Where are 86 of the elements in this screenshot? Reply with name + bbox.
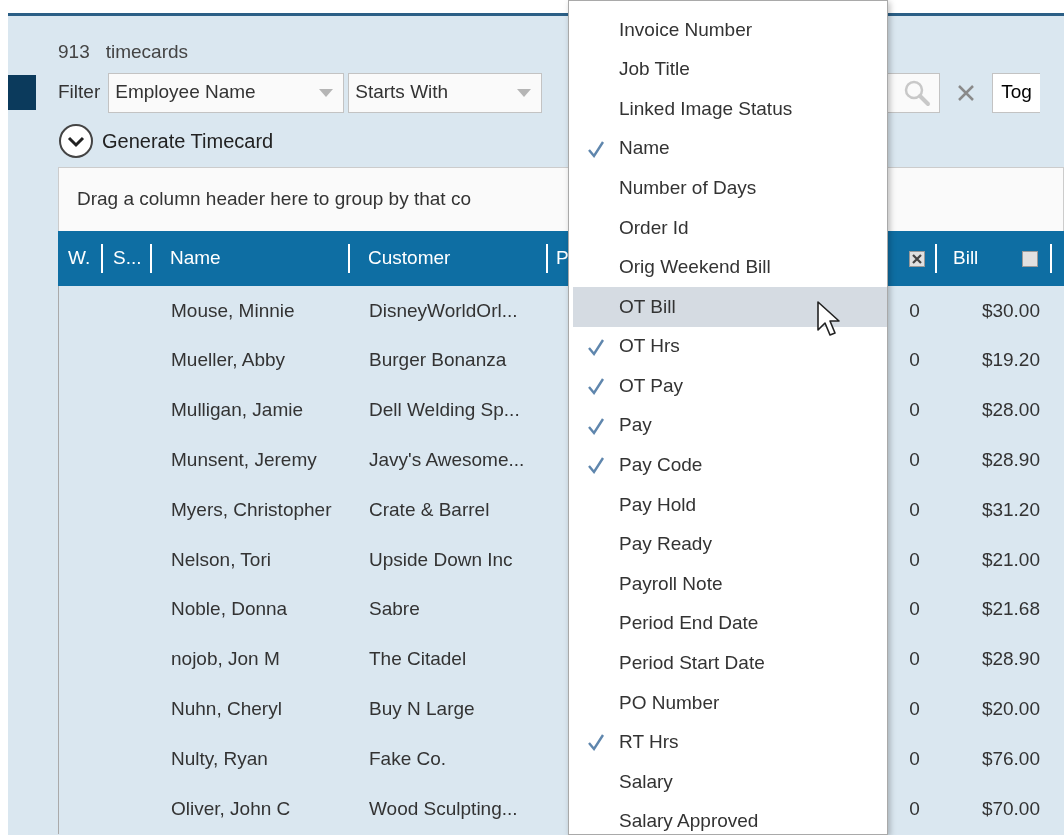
toggle-button[interactable]: Tog bbox=[992, 72, 1040, 113]
column-header[interactable]: P bbox=[548, 231, 568, 286]
table-cell-text: 0 bbox=[908, 398, 921, 423]
menu-item[interactable]: Period End Date bbox=[573, 603, 887, 644]
column-header[interactable]: Customer bbox=[350, 231, 548, 286]
table-cell-text: Mouse, Minnie bbox=[170, 298, 296, 323]
table-cell-text: DisneyWorldOrl... bbox=[368, 298, 519, 323]
table-cell-text: 0 bbox=[908, 298, 921, 323]
table-cell-text: Nulty, Ryan bbox=[170, 746, 269, 771]
table-cell-text: $76.00 bbox=[980, 746, 1040, 771]
field-dropdown[interactable]: Employee Name bbox=[108, 72, 345, 113]
table-cell-text: $31.20 bbox=[980, 497, 1040, 522]
table-cell-text: Mulligan, Jamie bbox=[170, 398, 304, 423]
column-header[interactable]: W. bbox=[58, 231, 103, 286]
menu-item[interactable]: Orig Weekend Bill bbox=[573, 247, 887, 288]
checkbox[interactable] bbox=[909, 250, 925, 267]
record-count: 913 bbox=[58, 40, 90, 64]
menu-item[interactable]: Salary bbox=[573, 762, 887, 802]
generate-timecard-label[interactable]: Generate Timecard bbox=[102, 126, 274, 156]
table-cell-text: 0 bbox=[908, 547, 921, 572]
menu-item[interactable]: Payroll Note bbox=[573, 564, 887, 604]
column-header[interactable]: Bill bbox=[953, 244, 979, 273]
menu-item[interactable]: OT Hrs bbox=[573, 326, 887, 367]
table-cell-text: Sabre bbox=[368, 597, 421, 622]
table-cell-text: nojob, Jon M bbox=[170, 647, 281, 672]
table-cell-text: Nuhn, Cheryl bbox=[170, 697, 283, 721]
table-cell-text: Mueller, Abby bbox=[170, 348, 287, 373]
table-cell-text: Wood Sculpting... bbox=[368, 796, 519, 821]
table-cell-text: 0 bbox=[908, 647, 921, 672]
clear-icon[interactable] bbox=[956, 82, 977, 103]
table-cell-text: Buy N Large bbox=[368, 697, 476, 721]
table-cell-text: Noble, Donna bbox=[170, 597, 289, 622]
menu-item[interactable]: Linked Image Status bbox=[573, 89, 887, 129]
table-cell-text: Upside Down Inc bbox=[368, 547, 514, 572]
menu-item[interactable]: Job Title bbox=[573, 49, 887, 90]
dropdown-caret-icon bbox=[517, 88, 532, 97]
table-cell-text: $21.00 bbox=[980, 547, 1040, 572]
table-cell-text: $28.90 bbox=[980, 448, 1040, 473]
filter-label: Filter bbox=[58, 80, 101, 105]
table-cell-text: Javy's Awesome... bbox=[368, 448, 526, 473]
table-cell-text: Fake Co. bbox=[368, 746, 448, 771]
menu-item[interactable]: RT Hrs bbox=[573, 722, 887, 763]
table-cell-text: 0 bbox=[908, 697, 921, 721]
dropdown-caret-icon bbox=[319, 88, 334, 97]
menu-item[interactable]: Pay Hold bbox=[573, 485, 887, 525]
table-cell-text: Dell Welding Sp... bbox=[368, 398, 521, 423]
menu-item[interactable]: Invoice Number bbox=[573, 10, 887, 50]
search-icon bbox=[903, 78, 932, 107]
table-cell-text: $20.00 bbox=[980, 697, 1040, 721]
table-cell-text: 0 bbox=[908, 348, 921, 373]
column-header[interactable]: S... bbox=[103, 231, 152, 286]
column-header[interactable]: Name bbox=[152, 231, 350, 286]
menu-item[interactable]: Order Id bbox=[573, 207, 887, 248]
table-cell-text: 0 bbox=[908, 597, 921, 622]
table-cell-text: $21.68 bbox=[980, 597, 1040, 622]
menu-item[interactable]: PO Number bbox=[573, 683, 887, 723]
menu-item[interactable]: Pay Code bbox=[573, 445, 887, 486]
record-count-label: timecards bbox=[105, 40, 189, 64]
menu-item[interactable]: OT Pay bbox=[573, 366, 887, 406]
table-cell-text: $19.20 bbox=[980, 348, 1040, 373]
table-cell-text: Burger Bonanza bbox=[368, 348, 508, 373]
expand-icon[interactable] bbox=[58, 123, 94, 159]
menu-item[interactable]: OT Bill bbox=[573, 287, 887, 327]
table-cell-text: The Citadel bbox=[368, 647, 468, 672]
table-cell-text: $70.00 bbox=[980, 796, 1040, 821]
table-cell-text: Nelson, Tori bbox=[170, 547, 272, 572]
menu-item[interactable]: Pay Ready bbox=[573, 524, 887, 565]
table-cell-text: Myers, Christopher bbox=[170, 497, 333, 522]
table-cell-text: 0 bbox=[908, 796, 921, 821]
group-by-hint: Drag a column header here to group by that co bbox=[77, 187, 471, 212]
table-cell-text: $28.90 bbox=[980, 647, 1040, 672]
menu-item[interactable]: Pay bbox=[573, 405, 887, 446]
checkbox[interactable] bbox=[1022, 250, 1038, 267]
table-cell-text: Munsent, Jeremy bbox=[170, 448, 318, 473]
table-cell-text: 0 bbox=[908, 448, 921, 473]
table-cell-text: Crate & Barrel bbox=[368, 497, 491, 522]
table-cell-text: $28.00 bbox=[980, 398, 1040, 423]
operator-dropdown[interactable]: Starts With bbox=[348, 72, 543, 113]
table-cell-text: Oliver, John C bbox=[170, 796, 292, 821]
table-cell-text: 0 bbox=[908, 497, 921, 522]
menu-item[interactable]: Period Start Date bbox=[573, 643, 887, 684]
table-cell-text: $30.00 bbox=[980, 298, 1040, 323]
menu-item[interactable]: Number of Days bbox=[573, 168, 887, 208]
menu-item[interactable]: Salary Approved bbox=[573, 801, 887, 835]
menu-item[interactable]: Name bbox=[573, 128, 887, 169]
table-cell-text: 0 bbox=[908, 746, 921, 771]
